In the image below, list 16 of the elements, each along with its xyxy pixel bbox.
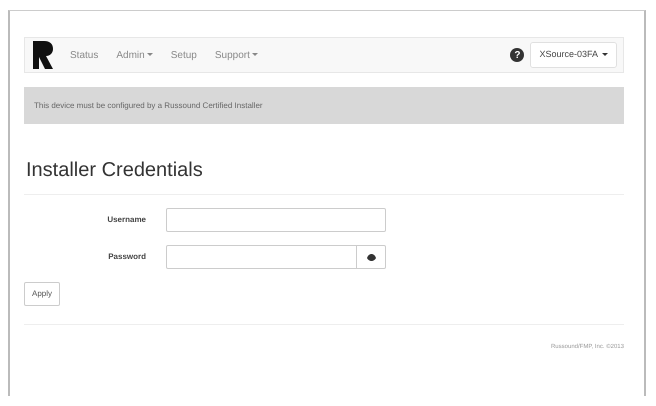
eye-icon [366, 254, 376, 260]
nav-dropdown-link[interactable]: Support [206, 48, 267, 62]
field-label: Username [106, 214, 147, 226]
alert-message: This device must be configured by a Russound Certified Installer [24, 87, 624, 124]
device-dropdown-button[interactable]: XSource-03FA [530, 42, 617, 68]
nav-link[interactable]: Status [61, 48, 108, 62]
show-password-button[interactable] [357, 245, 386, 269]
help-icon[interactable]: ? [510, 48, 524, 62]
logo-icon [33, 41, 53, 69]
username-field[interactable] [166, 208, 386, 232]
password-field[interactable] [166, 245, 357, 269]
apply-button[interactable]: Apply [24, 282, 60, 306]
field-label: Password [107, 251, 147, 263]
page-heading: Installer Credentials [26, 158, 204, 182]
nav-dropdown-link[interactable]: Admin [107, 48, 162, 62]
nav-link[interactable]: Setup [162, 48, 206, 62]
